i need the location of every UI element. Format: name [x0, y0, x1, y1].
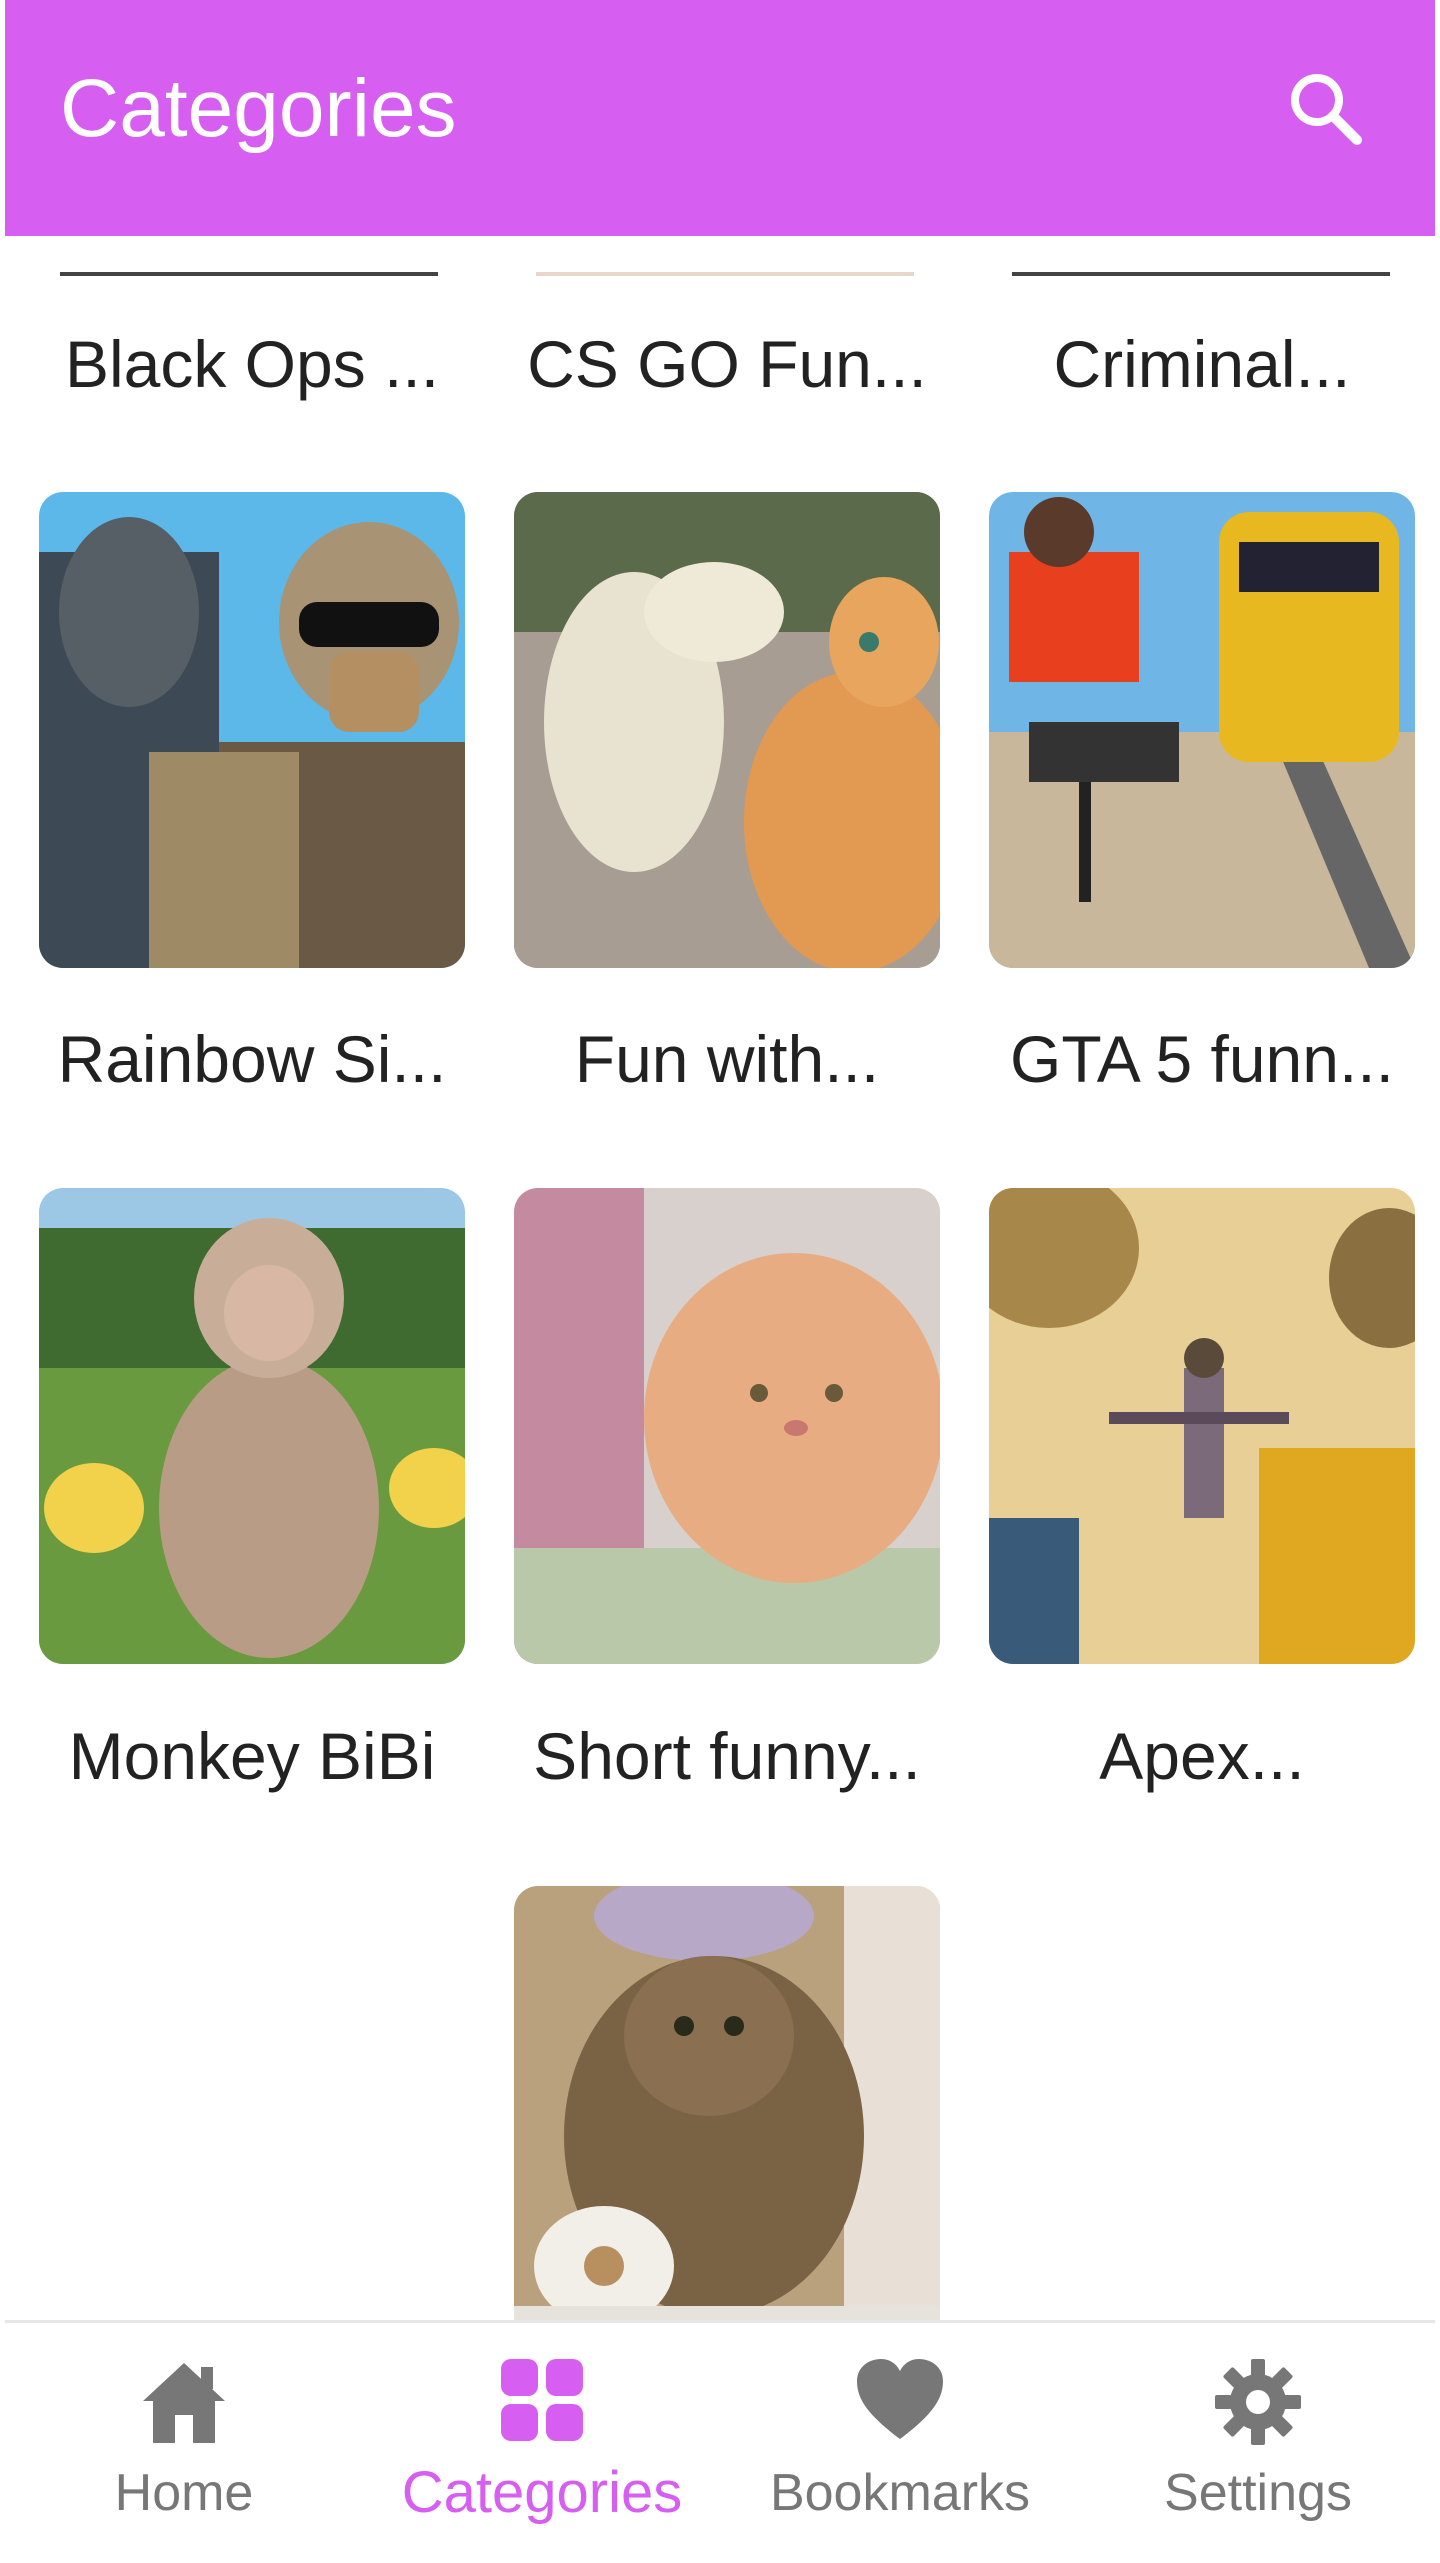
app-bar: Categories — [5, 0, 1435, 236]
thumbnail-edge — [60, 272, 438, 276]
category-label-criminal[interactable]: Criminal... — [965, 326, 1439, 402]
category-thumbnail-cat-toilet[interactable] — [514, 1886, 940, 2320]
categories-grid-icon — [501, 2359, 583, 2441]
home-icon — [143, 2363, 225, 2443]
nav-categories[interactable]: Categories — [363, 2323, 721, 2563]
nav-bookmarks-label: Bookmarks — [769, 2464, 1031, 2522]
category-thumbnail-fun-with[interactable] — [514, 492, 940, 968]
category-thumbnail-monkey-bibi[interactable] — [39, 1188, 465, 1664]
thumbnail-edge — [1012, 272, 1390, 276]
nav-settings[interactable]: Settings — [1079, 2323, 1437, 2563]
nav-settings-label: Settings — [1164, 2464, 1352, 2522]
nav-categories-label: Categories — [401, 2460, 683, 2525]
search-icon — [1291, 74, 1362, 145]
category-label-cs-go[interactable]: CS GO Fun... — [490, 326, 964, 402]
category-thumbnail-rainbow-six[interactable] — [39, 492, 465, 968]
category-thumbnail-short-funny[interactable] — [514, 1188, 940, 1664]
heart-icon — [857, 2359, 943, 2439]
bottom-navigation: Home Categories Bookmarks Settings — [5, 2320, 1435, 2563]
nav-bookmarks[interactable]: Bookmarks — [721, 2323, 1079, 2563]
category-label-fun-with[interactable]: Fun with... — [490, 1021, 964, 1097]
category-thumbnail-apex[interactable] — [989, 1188, 1415, 1664]
gear-icon — [1215, 2359, 1301, 2445]
category-label-rainbow-six[interactable]: Rainbow Si... — [15, 1021, 489, 1097]
categories-grid[interactable]: Black Ops ... CS GO Fun... Criminal... R… — [0, 236, 1440, 2320]
nav-home[interactable]: Home — [5, 2323, 363, 2563]
category-label-black-ops[interactable]: Black Ops ... — [15, 326, 489, 402]
category-label-apex[interactable]: Apex... — [965, 1718, 1439, 1794]
category-label-gta5[interactable]: GTA 5 funn... — [965, 1021, 1439, 1097]
category-thumbnail-gta5[interactable] — [989, 492, 1415, 968]
page-title: Categories — [60, 63, 457, 154]
search-button[interactable] — [1275, 58, 1375, 158]
category-label-short-funny[interactable]: Short funny... — [490, 1718, 964, 1794]
nav-home-label: Home — [114, 2464, 254, 2522]
thumbnail-edge — [536, 272, 914, 276]
category-label-monkey-bibi[interactable]: Monkey BiBi — [15, 1718, 489, 1794]
